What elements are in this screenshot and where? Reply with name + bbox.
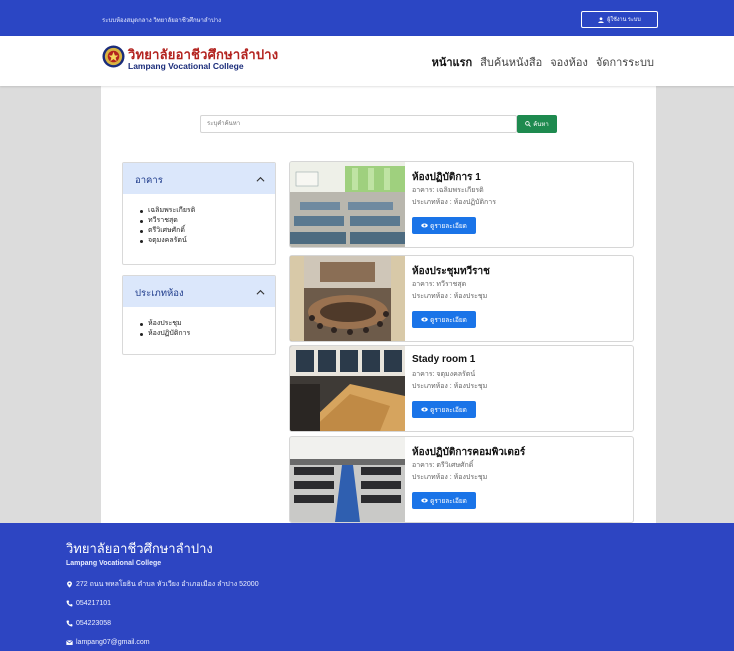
footer-college-name-english: Lampang Vocational College bbox=[66, 560, 162, 567]
footer-phone-2-text: 054223058 bbox=[76, 620, 112, 627]
footer-phone-2: 054223058 bbox=[66, 620, 111, 627]
logo-title-english: Lampang Vocational College bbox=[128, 61, 244, 71]
room-type: ประเภทห้อง : ห้องปฏิบัติการ bbox=[412, 199, 496, 206]
eye-icon bbox=[421, 317, 428, 322]
view-details-label: ดูรายละเอียด bbox=[430, 497, 467, 505]
search-button[interactable]: ค้นหา bbox=[517, 115, 557, 133]
room-building: อาคาร: เฉลิมพระเกียรติ bbox=[412, 187, 484, 194]
room-title: Stady room 1 bbox=[412, 354, 476, 365]
eye-icon bbox=[421, 223, 428, 228]
room-card: ห้องปฏิบัติการคอมพิวเตอร์ อาคาร: ตรีวิเศ… bbox=[289, 436, 634, 523]
room-card: Stady room 1 อาคาร: จตุมงคลรัตน์ ประเภทห… bbox=[289, 345, 634, 432]
main-nav: หน้าแรก สืบค้นหนังสือ จองห้อง จัดการระบบ bbox=[432, 53, 654, 71]
filter-item-room-type[interactable]: ห้องปฏิบัติการ bbox=[139, 329, 275, 339]
room-photo bbox=[290, 162, 405, 247]
nav-book-search[interactable]: สืบค้นหนังสือ bbox=[480, 53, 542, 71]
room-building: อาคาร: ทวีราชสุด bbox=[412, 281, 467, 288]
search-icon bbox=[525, 121, 532, 127]
room-building: อาคาร: จตุมงคลรัตน์ bbox=[412, 371, 476, 378]
chevron-up-icon[interactable] bbox=[256, 288, 265, 297]
room-title: ห้องปฏิบัติการคอมพิวเตอร์ bbox=[412, 447, 526, 458]
filter-item-building[interactable]: เฉลิมพระเกียรติ bbox=[139, 206, 275, 216]
top-bar: ระบบห้องสมุดกลาง วิทยาลัยอาชีวศึกษาลำปาง… bbox=[0, 0, 734, 36]
room-type: ประเภทห้อง : ห้องประชุม bbox=[412, 293, 488, 300]
room-title: ห้องปฏิบัติการ 1 bbox=[412, 172, 481, 183]
college-emblem-icon bbox=[102, 45, 125, 68]
footer-address: 272 ถนน พหลโยธิน ตำบล หัวเวียง อำเภอเมือ… bbox=[66, 579, 259, 590]
footer-email: lampang07@gmail.com bbox=[66, 639, 150, 646]
building-filter-title: อาคาร bbox=[135, 175, 163, 186]
view-details-button[interactable]: ดูรายละเอียด bbox=[412, 401, 476, 418]
room-type-filter-header[interactable]: ประเภทห้อง bbox=[123, 276, 275, 307]
chevron-up-icon[interactable] bbox=[256, 175, 265, 184]
building-filter: อาคาร เฉลิมพระเกียรติ ทวีราชสุด ตรีวิเศษ… bbox=[122, 162, 276, 265]
view-details-button[interactable]: ดูรายละเอียด bbox=[412, 311, 476, 328]
eye-icon bbox=[421, 498, 428, 503]
user-icon bbox=[598, 16, 604, 23]
room-card: ห้องประชุมทวีราช อาคาร: ทวีราชสุด ประเภท… bbox=[289, 255, 634, 342]
view-details-label: ดูรายละเอียด bbox=[430, 406, 467, 414]
view-details-button[interactable]: ดูรายละเอียด bbox=[412, 492, 476, 509]
site-name: ระบบห้องสมุดกลาง วิทยาลัยอาชีวศึกษาลำปาง bbox=[102, 18, 222, 24]
room-photo bbox=[290, 256, 405, 341]
nav-home[interactable]: หน้าแรก bbox=[432, 53, 473, 71]
room-photo bbox=[290, 437, 405, 522]
filter-item-building[interactable]: ตรีวิเศษศักดิ์ bbox=[139, 226, 275, 236]
room-type: ประเภทห้อง : ห้องประชุม bbox=[412, 474, 488, 481]
footer: วิทยาลัยอาชีวศึกษาลำปาง Lampang Vocation… bbox=[0, 523, 734, 651]
user-button[interactable]: ผู้ใช้งาน ระบบ bbox=[581, 11, 658, 28]
view-details-label: ดูรายละเอียด bbox=[430, 316, 467, 324]
room-type-filter-title: ประเภทห้อง bbox=[135, 288, 184, 299]
envelope-icon bbox=[66, 640, 73, 645]
room-type: ประเภทห้อง : ห้องประชุม bbox=[412, 383, 488, 390]
room-card: ห้องปฏิบัติการ 1 อาคาร: เฉลิมพระเกียรติ … bbox=[289, 161, 634, 248]
footer-college-name: วิทยาลัยอาชีวศึกษาลำปาง bbox=[66, 541, 213, 556]
room-type-filter: ประเภทห้อง ห้องประชุม ห้องปฏิบัติการ bbox=[122, 275, 276, 355]
room-photo bbox=[290, 346, 405, 431]
room-title: ห้องประชุมทวีราช bbox=[412, 266, 490, 277]
search-input[interactable] bbox=[200, 115, 517, 133]
filter-item-building[interactable]: จตุมงคลรัตน์ bbox=[139, 236, 275, 246]
phone-icon bbox=[66, 620, 73, 627]
phone-icon bbox=[66, 600, 73, 607]
user-button-label: ผู้ใช้งาน ระบบ bbox=[607, 16, 641, 23]
nav-book-room[interactable]: จองห้อง bbox=[550, 53, 588, 71]
footer-address-text: 272 ถนน พหลโยธิน ตำบล หัวเวียง อำเภอเมือ… bbox=[76, 581, 259, 588]
footer-phone-1: 054217101 bbox=[66, 600, 111, 607]
view-details-label: ดูรายละเอียด bbox=[430, 222, 467, 230]
building-filter-header[interactable]: อาคาร bbox=[123, 163, 275, 194]
map-marker-icon bbox=[67, 581, 72, 588]
eye-icon bbox=[421, 407, 428, 412]
filter-item-room-type[interactable]: ห้องประชุม bbox=[139, 319, 275, 329]
footer-email-text[interactable]: lampang07@gmail.com bbox=[76, 639, 150, 646]
filter-item-building[interactable]: ทวีราชสุด bbox=[139, 216, 275, 226]
nav-manage-system[interactable]: จัดการระบบ bbox=[596, 53, 654, 71]
search-button-label: ค้นหา bbox=[533, 122, 549, 128]
footer-phone-1-text: 054217101 bbox=[76, 600, 112, 607]
room-building: อาคาร: ตรีวิเศษศักดิ์ bbox=[412, 462, 474, 469]
building-filter-list: เฉลิมพระเกียรติ ทวีราชสุด ตรีวิเศษศักดิ์… bbox=[123, 194, 275, 246]
room-type-filter-list: ห้องประชุม ห้องปฏิบัติการ bbox=[123, 307, 275, 339]
view-details-button[interactable]: ดูรายละเอียด bbox=[412, 217, 476, 234]
header: วิทยาลัยอาชีวศึกษาลำปาง Lampang Vocation… bbox=[0, 36, 734, 86]
